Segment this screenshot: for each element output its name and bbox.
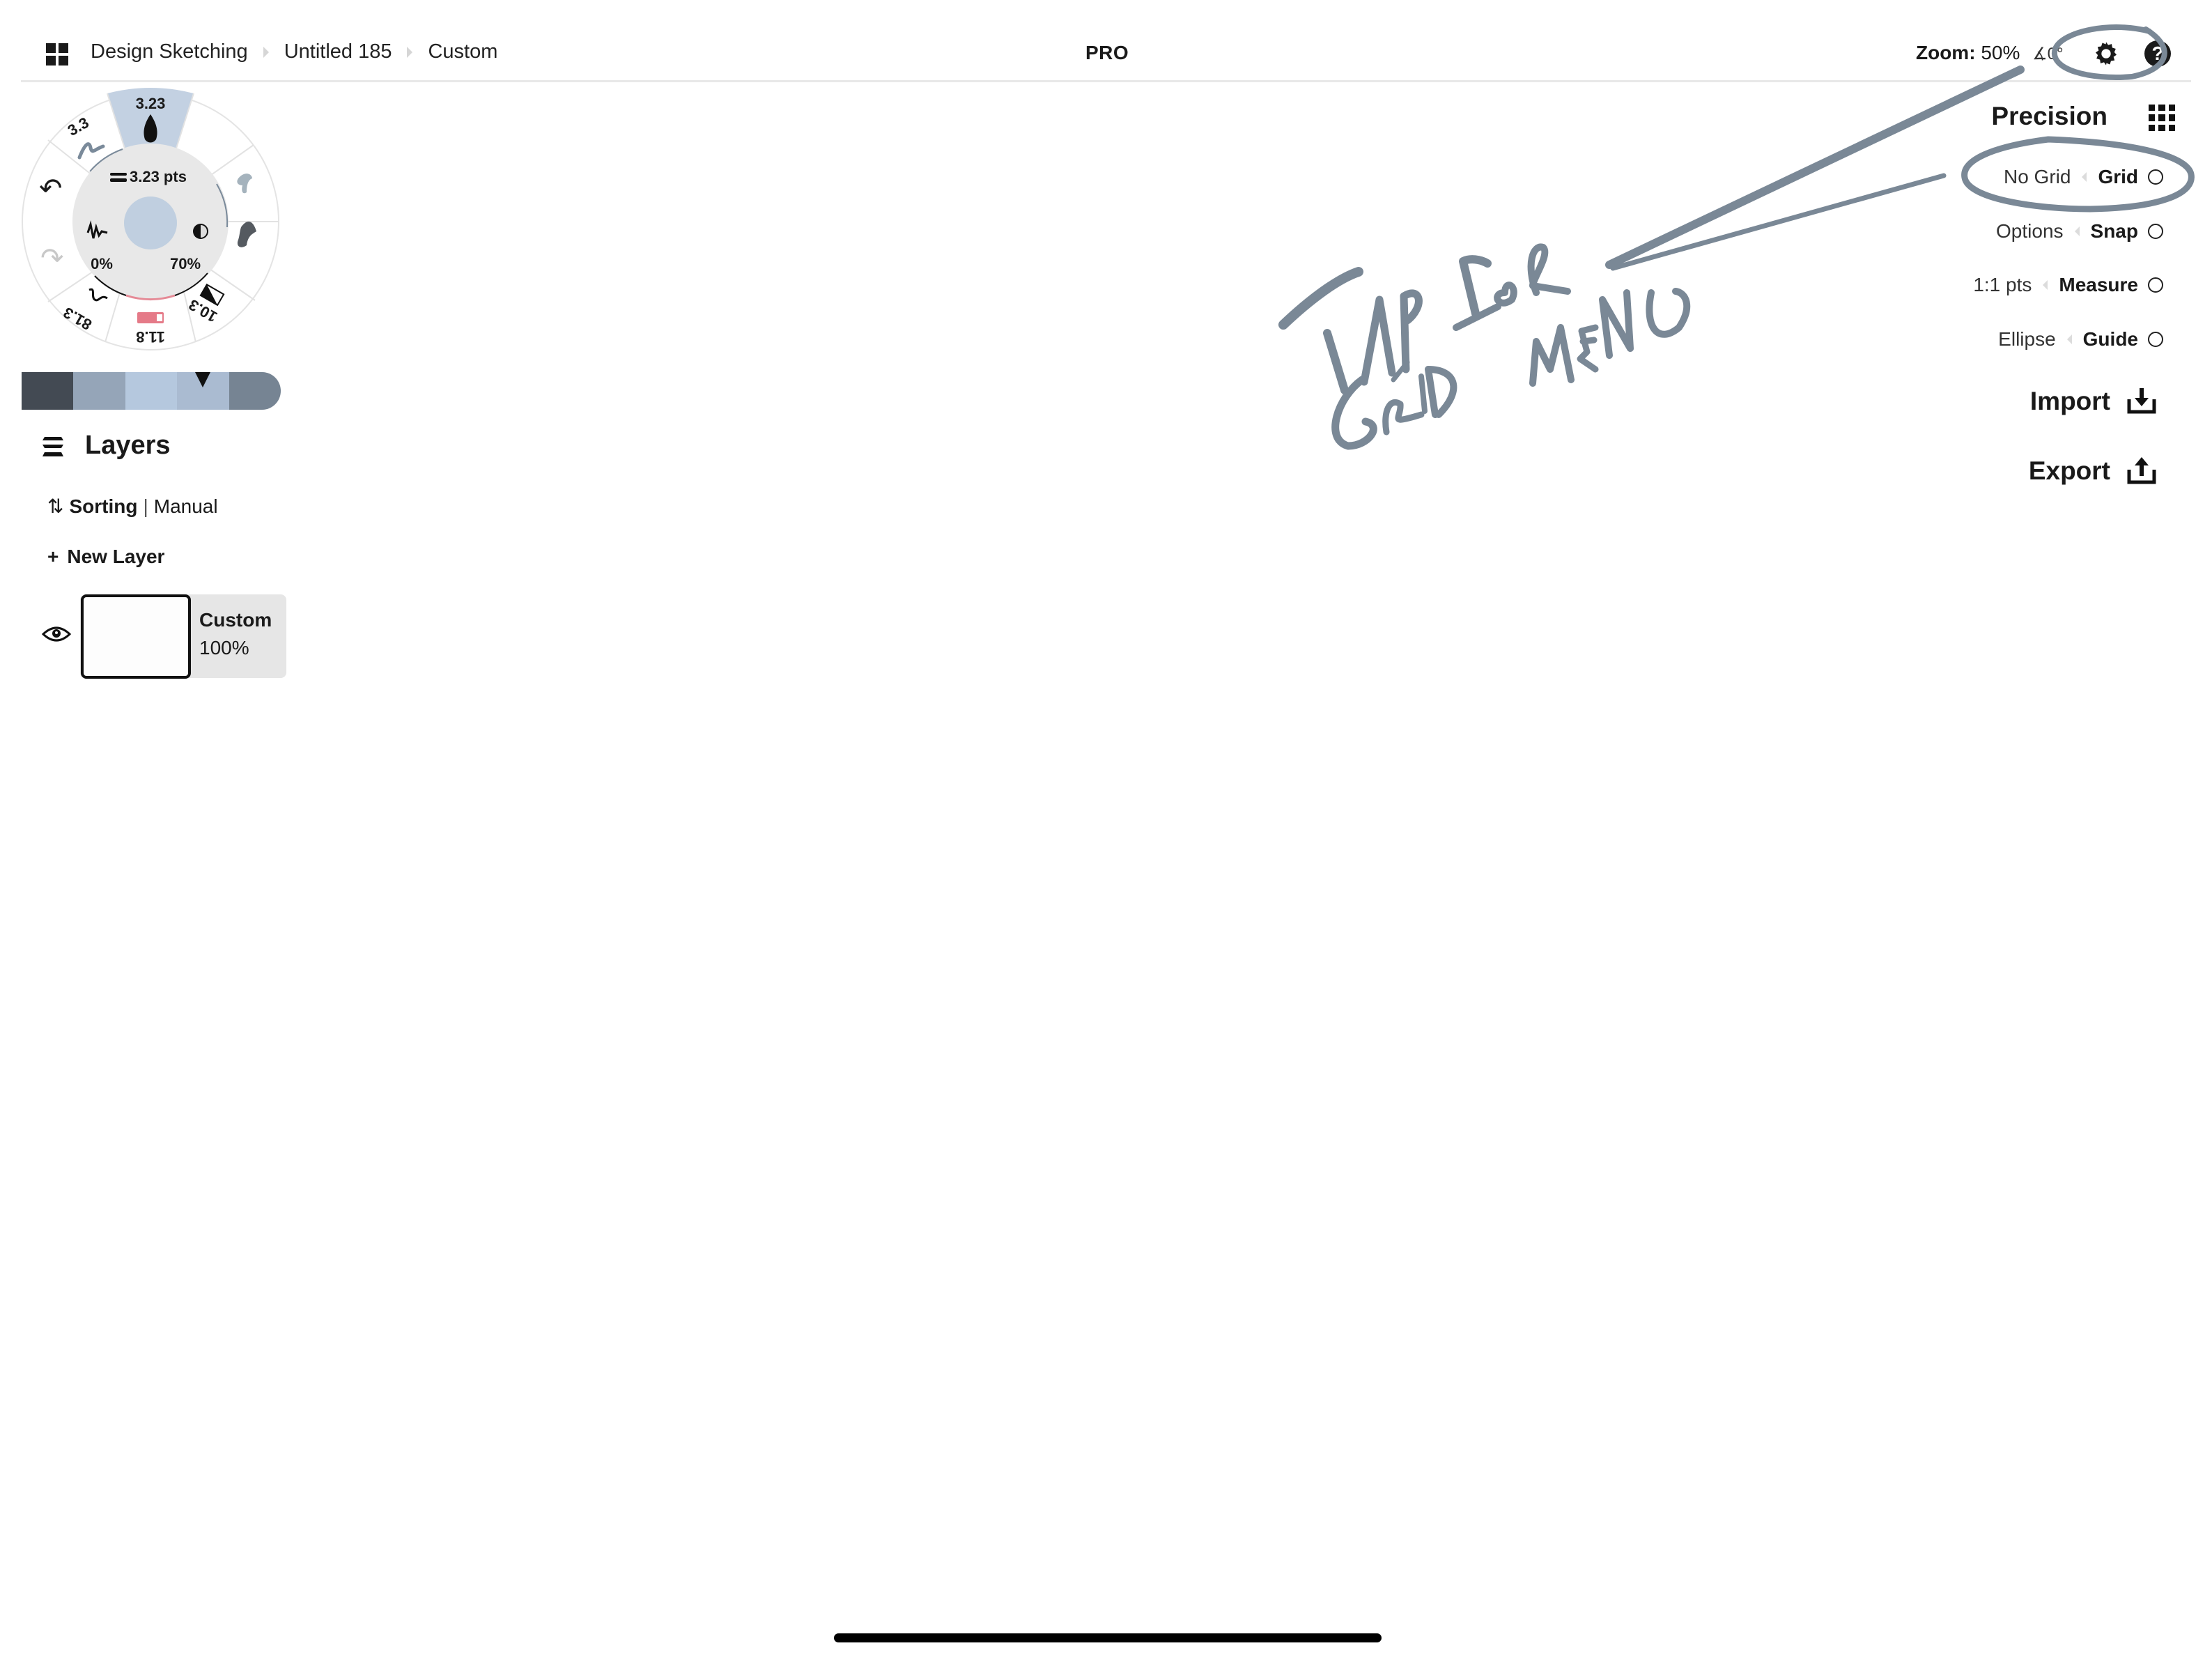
palette-swatch[interactable] (73, 372, 125, 410)
selected-swatch-marker-icon (195, 372, 211, 387)
sorting-value: Manual (153, 495, 218, 517)
smoothing-value[interactable]: 0% (91, 255, 113, 272)
redo-icon[interactable]: ↷ (40, 242, 64, 275)
guide-label: Guide (2082, 328, 2138, 350)
precision-title[interactable]: Precision (1991, 102, 2107, 131)
snap-row[interactable]: Options Snap (1996, 220, 2163, 242)
grid-row[interactable]: No Grid Grid (2004, 166, 2163, 188)
rotation-angle: ∡0° (2032, 45, 2064, 63)
import-icon (2127, 388, 2156, 414)
export-icon (2127, 457, 2156, 484)
guide-toggle[interactable] (2148, 332, 2163, 347)
pro-badge[interactable]: PRO (1085, 42, 1129, 64)
import-button[interactable]: Import (2030, 387, 2156, 416)
chevron-left-icon (2043, 280, 2048, 290)
measure-toggle[interactable] (2148, 277, 2163, 293)
brush-wheel[interactable]: 3.23 pts 0% 70% 3.23 3.3 10.3 11.8 81.3 (18, 88, 283, 353)
layer-opacity: 100% (199, 637, 249, 659)
import-label: Import (2029, 387, 2110, 415)
breadcrumb-gallery[interactable]: Design Sketching (91, 40, 248, 63)
plus-icon: + (47, 546, 59, 567)
chevron-left-icon (2074, 226, 2080, 236)
color-palette (22, 372, 281, 410)
palette-swatch[interactable] (125, 372, 178, 410)
sorting-control[interactable]: ⇅ Sorting | Manual (47, 495, 218, 518)
eye-icon[interactable] (42, 624, 71, 644)
export-label: Export (2028, 456, 2110, 485)
chevron-left-icon (2066, 334, 2072, 344)
sorting-label: Sorting (69, 495, 138, 517)
opacity-value[interactable]: 70% (170, 255, 201, 272)
measure-option[interactable]: 1:1 pts (1973, 274, 2032, 296)
palette-swatch[interactable] (22, 372, 74, 410)
current-color-swatch[interactable] (124, 197, 177, 249)
gear-icon[interactable] (2092, 40, 2120, 68)
zoom-label: Zoom: (1916, 42, 1976, 63)
handwritten-annotation (1278, 24, 2195, 450)
layer-name: Custom (199, 609, 272, 631)
home-indicator[interactable] (834, 1633, 1382, 1642)
new-layer-button[interactable]: + New Layer (47, 546, 164, 568)
chevron-right-icon (407, 46, 413, 58)
breadcrumb: Design Sketching Untitled 185 Custom (91, 40, 497, 63)
palette-swatch[interactable] (229, 372, 281, 410)
export-button[interactable]: Export (2029, 456, 2156, 486)
layers-title: Layers (85, 431, 171, 460)
zoom-value: 50% (1981, 42, 2020, 63)
breadcrumb-drawing[interactable]: Untitled 185 (284, 40, 392, 63)
layers-icon (42, 437, 63, 456)
snap-label: Snap (2090, 220, 2138, 242)
guide-option[interactable]: Ellipse (1998, 328, 2055, 351)
grid-toggle[interactable] (2148, 169, 2163, 185)
apps-grid-icon[interactable] (46, 43, 68, 66)
measure-row[interactable]: 1:1 pts Measure (1973, 274, 2163, 296)
snap-option[interactable]: Options (1996, 220, 2064, 242)
layer-thumbnail[interactable] (81, 594, 191, 679)
new-layer-label: New Layer (67, 546, 165, 567)
grid-label: Grid (2098, 166, 2138, 187)
zoom-readout[interactable]: Zoom: 50% ∡0° (1916, 42, 2064, 64)
brush-size-readout[interactable]: 3.23 pts (130, 168, 187, 185)
chevron-right-icon (263, 46, 269, 58)
measure-label: Measure (2059, 274, 2138, 295)
chevron-left-icon (2082, 172, 2087, 182)
help-icon[interactable]: ? (2144, 40, 2171, 67)
guide-row[interactable]: Ellipse Guide (1998, 328, 2163, 351)
undo-icon[interactable]: ↶ (39, 173, 63, 205)
sort-arrows-icon: ⇅ (47, 495, 64, 517)
snap-toggle[interactable] (2148, 224, 2163, 239)
grid-option[interactable]: No Grid (2004, 166, 2071, 188)
palette-swatch-selected[interactable] (177, 372, 229, 410)
precision-grid-icon[interactable] (2149, 105, 2175, 131)
preset-ink-label: 3.23 (136, 95, 166, 112)
topbar-divider (21, 80, 2191, 82)
preset-eraser-label: 11.8 (136, 328, 165, 346)
breadcrumb-layer[interactable]: Custom (428, 40, 497, 63)
